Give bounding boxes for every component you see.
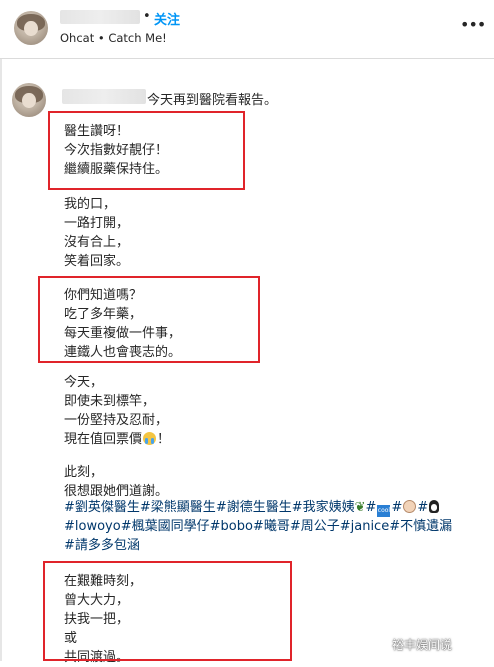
post-header: • 关注 Ohcat • Catch Me! ••• [0, 0, 494, 58]
crying-face-icon [143, 432, 157, 445]
caption-paragraph-4-end: ！ [157, 432, 171, 447]
hashtag-link[interactable]: #bobo [210, 519, 253, 534]
hashtag-link[interactable]: # [391, 500, 402, 515]
separator-dot: • [143, 9, 151, 24]
caption-paragraph-5: 此刻， 很想跟她們道謝。 [64, 465, 169, 499]
hashtag-link[interactable]: #請多多包涵 [64, 538, 140, 553]
baby-face-icon [403, 500, 417, 513]
left-edge [0, 59, 2, 661]
follow-button[interactable]: 关注 [154, 9, 180, 28]
penguin-icon [429, 500, 440, 513]
hashtag-link[interactable]: #周公子 [290, 519, 340, 534]
hashtag-link[interactable]: #謝德生醫生 [216, 500, 292, 515]
author-avatar[interactable] [14, 11, 48, 45]
caption-author-avatar[interactable] [12, 83, 46, 117]
hashtag-link[interactable]: #劉英傑醫生 [64, 500, 140, 515]
cool-button-icon: cool [377, 505, 391, 517]
hashtag-link[interactable]: #lowoyo [64, 519, 121, 534]
username-redacted[interactable] [60, 10, 140, 24]
hashtag-link[interactable]: #曦哥 [253, 519, 290, 534]
hashtag-link[interactable]: #楓葉國同學仔 [121, 519, 210, 534]
highlight-box-1 [48, 111, 245, 190]
more-options-icon[interactable]: ••• [460, 17, 486, 33]
watermark-text: 裕丰娱间说 [392, 638, 453, 652]
hashtag-link[interactable]: #我家姨姨 [292, 500, 355, 515]
sprout-icon: ❦ [354, 500, 366, 515]
hashtag-link[interactable]: #不慎遺漏 [389, 519, 452, 534]
caption-username-redacted[interactable] [62, 89, 146, 104]
post-location[interactable]: Ohcat • Catch Me! [60, 31, 167, 45]
hashtag-link[interactable]: # [417, 500, 428, 515]
hashtag-link[interactable]: # [366, 500, 377, 515]
highlight-box-3 [43, 561, 292, 661]
hashtag-link[interactable]: #janice [340, 519, 389, 534]
caption-paragraph-2: 我的口， 一路打開， 沒有合上， 笑着回家。 [64, 197, 130, 269]
highlight-box-2 [38, 276, 260, 363]
caption-paragraph-4: 今天， 即使未到標竿， 一份堅持及忍耐， 現在值回票價！ [64, 373, 170, 449]
header-divider [0, 58, 494, 59]
caption-first-line: 今天再到醫院看報告。 [147, 93, 278, 108]
hashtag-block: #劉英傑醫生#梁熊顯醫生#謝德生醫生#我家姨姨❦#cool# # #lowoyo#楓… [64, 498, 484, 555]
hashtag-link[interactable]: #梁熊顯醫生 [140, 500, 216, 515]
